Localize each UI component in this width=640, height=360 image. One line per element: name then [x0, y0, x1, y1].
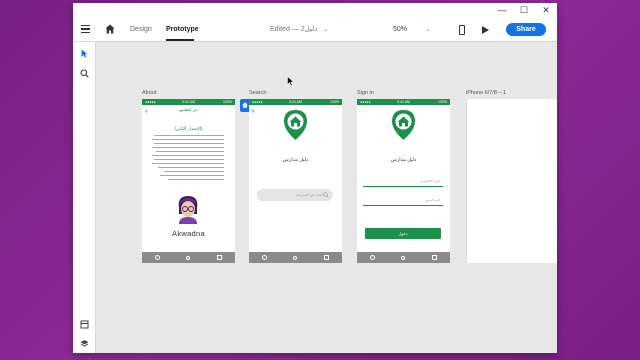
nav-info-icon[interactable]	[155, 255, 161, 260]
home-icon[interactable]	[105, 24, 115, 34]
status-time: 9:41 AM	[182, 100, 195, 104]
status-bar: ●●●●● 9:41 AM 100%	[357, 99, 450, 105]
artboard-signin[interactable]: ●●●●● 9:41 AM 100% دليل مدارس البريد الإ…	[357, 99, 450, 263]
text-line	[152, 155, 224, 157]
status-time: 9:41 AM	[289, 100, 302, 104]
zoom-chevron-icon[interactable]: ⌄	[425, 18, 430, 42]
text-line	[154, 143, 224, 145]
battery-indicator: 100%	[438, 100, 447, 104]
nav-search-icon[interactable]	[186, 255, 191, 260]
text-line	[154, 135, 224, 137]
password-label: كلمة المرور	[425, 198, 440, 202]
bottom-navigation	[249, 252, 342, 263]
mouse-cursor-icon	[287, 76, 294, 86]
top-toolbar: Design Prototype Edited — دليل2 ⌄ 50% ⌄ …	[73, 18, 557, 42]
home-screen-flag[interactable]	[240, 99, 249, 112]
tab-design[interactable]: Design	[130, 18, 152, 42]
xd-window: — ☐ ✕ Design Prototype Edited — دليل2 ⌄ …	[73, 3, 557, 353]
status-bar: ●●●●● 9:41 AM 100%	[249, 99, 342, 105]
about-header: عن التطبيق	[178, 107, 199, 112]
zoom-level[interactable]: 50%	[393, 18, 407, 42]
assets-panel-icon[interactable]	[80, 320, 89, 329]
bottom-navigation	[357, 252, 450, 263]
signin-button[interactable]: دخول	[365, 228, 441, 239]
text-line	[168, 179, 224, 181]
design-canvas[interactable]: About ●●●●● 9:41 AM 100% ‹ عن التطبيق (ا…	[96, 42, 557, 353]
back-arrow-icon[interactable]: ‹	[252, 108, 254, 115]
select-arrow-icon[interactable]	[80, 49, 89, 58]
nav-search-icon[interactable]	[401, 255, 406, 260]
text-line	[154, 159, 224, 161]
text-line	[156, 151, 224, 153]
text-line	[152, 147, 224, 149]
document-title[interactable]: Edited — دليل2 ⌄	[270, 18, 328, 42]
status-time: 9:41 AM	[397, 100, 410, 104]
avatar	[178, 196, 198, 224]
battery-indicator: 100%	[223, 100, 232, 104]
minimize-button[interactable]: —	[491, 3, 513, 18]
search-icon	[323, 192, 329, 198]
zoom-tool-icon[interactable]	[80, 69, 89, 78]
nav-search-icon[interactable]	[293, 255, 298, 260]
left-tool-panel	[73, 42, 96, 353]
document-title-text: Edited — دليل2	[270, 26, 318, 33]
search-input[interactable]: ابحث عن المدرسة	[257, 189, 333, 201]
play-preview-icon[interactable]	[482, 26, 489, 34]
bottom-navigation	[142, 252, 235, 263]
active-tab-indicator	[166, 39, 194, 41]
layers-panel-icon[interactable]	[80, 339, 89, 348]
artboard-about[interactable]: ●●●●● 9:41 AM 100% ‹ عن التطبيق (الإصدار…	[142, 99, 235, 263]
text-line	[164, 171, 224, 173]
close-button[interactable]: ✕	[535, 3, 557, 18]
artboard-label-search[interactable]: Search	[249, 90, 266, 96]
device-preview-icon[interactable]	[459, 25, 465, 35]
text-line	[160, 175, 224, 177]
text-line	[152, 139, 224, 141]
home-flag-icon	[241, 102, 248, 108]
artboard-label-about[interactable]: About	[142, 90, 156, 96]
maximize-button[interactable]: ☐	[513, 3, 535, 18]
artboard-label-signin[interactable]: Sign in	[357, 90, 374, 96]
title-bar: — ☐ ✕	[73, 3, 557, 18]
artboard-label-iphone[interactable]: iPhone 6/7/8 – 1	[466, 90, 506, 96]
artboard-search[interactable]: ●●●●● 9:41 AM 100% ‹ دليل مدارس ابحث عن …	[249, 99, 342, 263]
brand-name: Akwadna	[172, 229, 205, 238]
status-bar: ●●●●● 9:41 AM 100%	[142, 99, 235, 105]
text-line	[152, 163, 224, 165]
hamburger-menu-icon[interactable]	[81, 25, 90, 33]
app-name: دليل مدارس	[390, 157, 417, 163]
nav-logout-icon[interactable]	[216, 255, 222, 260]
email-field[interactable]	[363, 186, 443, 187]
battery-indicator: 100%	[330, 100, 339, 104]
email-label: البريد الإلكتروني	[419, 179, 440, 183]
artboard-iphone[interactable]	[466, 99, 557, 263]
nav-logout-icon[interactable]	[323, 255, 329, 260]
version-subtitle: (الإصدار الثاني)	[174, 126, 203, 131]
password-field[interactable]	[363, 205, 443, 206]
text-line	[158, 167, 224, 169]
nav-logout-icon[interactable]	[431, 255, 437, 260]
share-button[interactable]: Share	[506, 23, 546, 36]
nav-info-icon[interactable]	[262, 255, 268, 260]
document-title-chevron-icon: ⌄	[323, 27, 329, 33]
app-name: دليل مدارس	[282, 157, 309, 163]
nav-info-icon[interactable]	[370, 255, 376, 260]
school-logo-pin-icon	[392, 110, 415, 140]
school-logo-pin-icon	[284, 110, 307, 140]
